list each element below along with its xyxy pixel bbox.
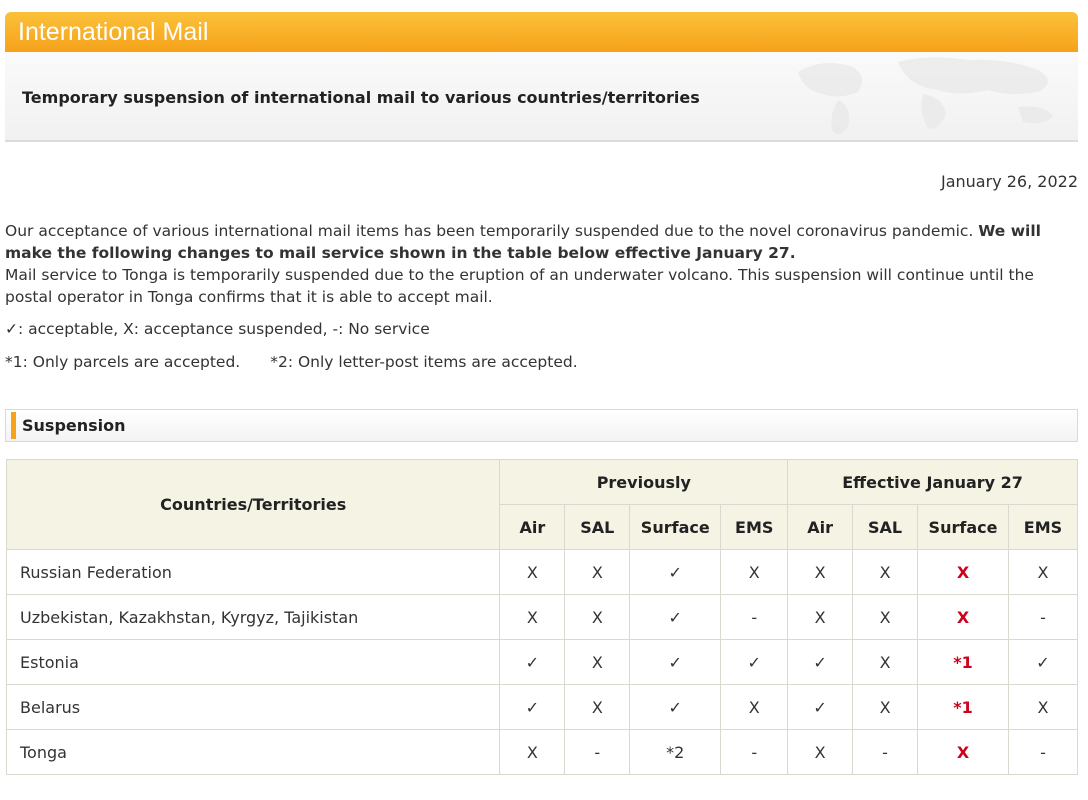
col-header-air: Air <box>787 504 854 550</box>
status-cell: ✓ <box>629 684 722 730</box>
status-cell-changed: *1 <box>917 639 1009 685</box>
status-cell: ✓ <box>499 639 566 685</box>
status-cell: X <box>720 684 789 730</box>
status-cell: X <box>564 549 631 595</box>
intro-paragraph-2: Mail service to Tonga is temporarily sus… <box>5 266 1034 306</box>
footnote-1: *1: Only parcels are accepted. <box>5 353 241 371</box>
table-row: Tonga X - *2 - X - X - <box>5 729 1079 775</box>
status-cell: ✓ <box>787 639 854 685</box>
status-cell: X <box>852 549 919 595</box>
status-cell-changed: X <box>917 729 1009 775</box>
status-cell: X <box>787 594 854 640</box>
intro-text: Our acceptance of various international … <box>5 220 1080 308</box>
status-cell: ✓ <box>720 639 789 685</box>
status-cell: *2 <box>629 729 722 775</box>
publish-date: January 26, 2022 <box>941 172 1078 191</box>
status-cell: - <box>720 594 789 640</box>
section-heading-suspension: Suspension <box>5 409 1078 442</box>
status-cell: ✓ <box>1007 639 1079 685</box>
intro-p1-text: Our acceptance of various international … <box>5 222 979 240</box>
status-cell: ✓ <box>787 684 854 730</box>
col-header-sal: SAL <box>564 504 631 550</box>
status-cell: ✓ <box>629 549 722 595</box>
status-cell: - <box>852 729 919 775</box>
col-header-ems: EMS <box>720 504 789 550</box>
suspension-table: Countries/Territories Previously Effecti… <box>5 459 1079 775</box>
status-cell: X <box>564 684 631 730</box>
status-cell: - <box>720 729 789 775</box>
page-subtitle: Temporary suspension of international ma… <box>22 88 700 107</box>
status-cell: X <box>499 594 566 640</box>
world-map-icon <box>798 57 1053 135</box>
subheader-banner: Temporary suspension of international ma… <box>5 52 1078 142</box>
status-cell-changed: *1 <box>917 684 1009 730</box>
status-cell: X <box>852 684 919 730</box>
status-cell: X <box>720 549 789 595</box>
status-cell: ✓ <box>629 594 722 640</box>
country-cell: Estonia <box>5 639 501 685</box>
country-cell: Tonga <box>5 729 501 775</box>
status-cell: - <box>1007 594 1079 640</box>
status-cell: X <box>499 729 566 775</box>
col-header-ems: EMS <box>1007 504 1079 550</box>
status-cell: - <box>1007 729 1079 775</box>
status-cell: ✓ <box>499 684 566 730</box>
table-row: Belarus ✓ X ✓ X ✓ X *1 X <box>5 684 1079 730</box>
status-cell: X <box>564 594 631 640</box>
status-cell: X <box>852 594 919 640</box>
status-cell: X <box>564 639 631 685</box>
col-group-effective: Effective January 27 <box>787 459 1078 505</box>
table-row: Estonia ✓ X ✓ ✓ ✓ X *1 ✓ <box>5 639 1079 685</box>
country-cell: Russian Federation <box>5 549 501 595</box>
status-cell: X <box>499 549 566 595</box>
status-cell: - <box>564 729 631 775</box>
status-cell: X <box>852 639 919 685</box>
page-title: International Mail <box>18 18 209 46</box>
status-cell: ✓ <box>629 639 722 685</box>
intro-paragraph-1: Our acceptance of various international … <box>5 220 1080 264</box>
table-row: Russian Federation X X ✓ X X X X X <box>5 549 1079 595</box>
status-cell: X <box>787 729 854 775</box>
col-header-surface: Surface <box>917 504 1009 550</box>
symbol-legend: ✓: acceptable, X: acceptance suspended, … <box>5 320 430 338</box>
page-header: International Mail <box>5 12 1078 52</box>
status-cell: X <box>787 549 854 595</box>
col-header-air: Air <box>499 504 566 550</box>
country-cell: Uzbekistan, Kazakhstan, Kyrgyz, Tajikist… <box>5 594 501 640</box>
status-cell-changed: X <box>917 594 1009 640</box>
status-cell: X <box>1007 684 1079 730</box>
country-cell: Belarus <box>5 684 501 730</box>
footnote-2: *2: Only letter-post items are accepted. <box>270 353 578 371</box>
col-header-surface: Surface <box>629 504 722 550</box>
section-label: Suspension <box>22 416 126 435</box>
col-group-previously: Previously <box>499 459 789 505</box>
col-header-sal: SAL <box>852 504 919 550</box>
table-row: Uzbekistan, Kazakhstan, Kyrgyz, Tajikist… <box>5 594 1079 640</box>
status-cell-changed: X <box>917 549 1009 595</box>
footnotes: *1: Only parcels are accepted. *2: Only l… <box>5 353 578 371</box>
status-cell: X <box>1007 549 1079 595</box>
section-accent-bar <box>11 412 16 439</box>
col-header-country: Countries/Territories <box>5 459 501 550</box>
